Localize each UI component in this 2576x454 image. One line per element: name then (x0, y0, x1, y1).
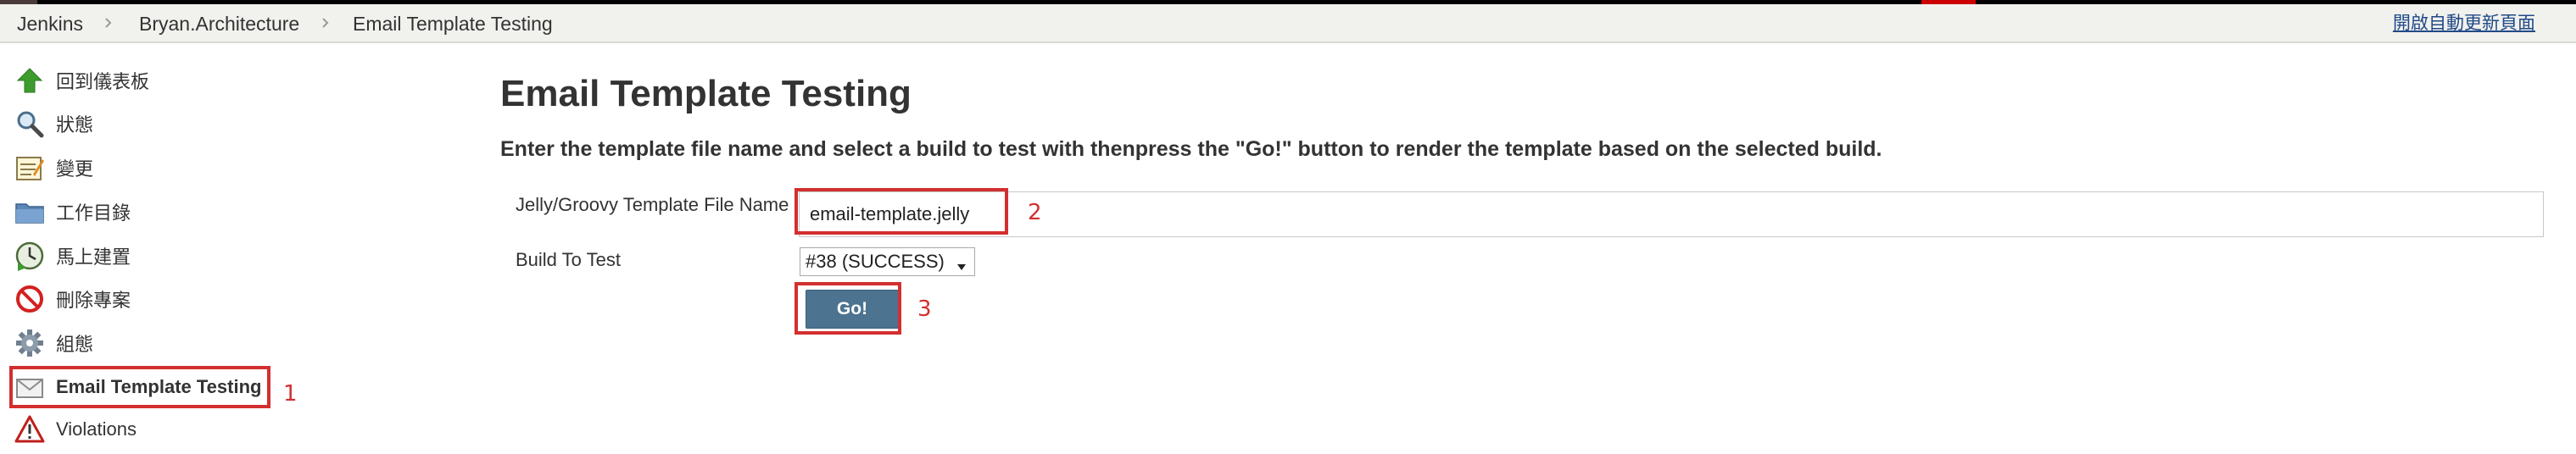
template-file-label: Jelly/Groovy Template File Name (516, 194, 789, 215)
caret-down-icon (956, 256, 967, 270)
clock-play-icon (14, 240, 46, 272)
breadcrumb-item-project[interactable]: Bryan.Architecture (139, 4, 299, 43)
sidebar-item-label: 馬上建置 (56, 246, 131, 268)
auto-refresh-link[interactable]: 開啟自動更新頁面 (2393, 4, 2535, 43)
chevron-right-icon (315, 13, 336, 33)
sidebar-item-label: Violations (56, 418, 137, 440)
sidebar-item-delete-project[interactable]: 刪除專案 (14, 281, 131, 317)
magnifier-icon (14, 108, 46, 140)
sidebar-item-changes[interactable]: 變更 (14, 150, 93, 185)
sidebar-item-label: 工作目錄 (56, 202, 131, 224)
annotation-number: 3 (917, 296, 932, 322)
build-to-test-label: Build To Test (516, 249, 621, 270)
sidebar-item-label: 刪除專案 (56, 290, 131, 311)
chevron-right-icon (98, 13, 119, 33)
page-title: Email Template Testing (500, 73, 912, 114)
sidebar-item-label: 組態 (56, 334, 94, 355)
highlight-box-sidebar (9, 366, 270, 408)
page-description: Enter the template file name and select … (500, 137, 1882, 161)
sidebar-item-label: 變更 (56, 158, 94, 180)
template-file-input[interactable] (799, 191, 2544, 237)
folder-icon (14, 196, 46, 228)
breadcrumb-item-jenkins[interactable]: Jenkins (17, 4, 83, 43)
notepad-icon (14, 152, 46, 184)
sidebar-item-label: 狀態 (56, 114, 94, 136)
build-select[interactable]: #38 (SUCCESS) (800, 247, 975, 276)
annotation-number: 2 (1028, 200, 1042, 225)
sidebar-item-back-to-dashboard[interactable]: 回到儀表板 (14, 63, 149, 98)
sidebar-item-workspace[interactable]: 工作目錄 (14, 194, 131, 230)
highlight-box-button (795, 282, 901, 335)
sidebar-item-status[interactable]: 狀態 (14, 106, 93, 141)
annotation-number: 1 (283, 381, 298, 407)
gear-icon (14, 327, 46, 359)
sidebar-item-configure[interactable]: 組態 (14, 325, 93, 361)
sidebar-item-build-now[interactable]: 馬上建置 (14, 238, 131, 274)
sidebar-item-violations[interactable]: Violations (14, 412, 137, 447)
sidebar-item-label: 回到儀表板 (56, 71, 150, 92)
breadcrumb: Jenkins Bryan.Architecture Email Templat… (0, 4, 2576, 43)
up-arrow-icon (14, 64, 46, 97)
warning-icon (14, 413, 46, 446)
no-entry-icon (14, 283, 46, 315)
build-select-value: #38 (SUCCESS) (806, 251, 945, 272)
breadcrumb-item-current[interactable]: Email Template Testing (353, 4, 553, 43)
highlight-box-input (795, 188, 1008, 235)
